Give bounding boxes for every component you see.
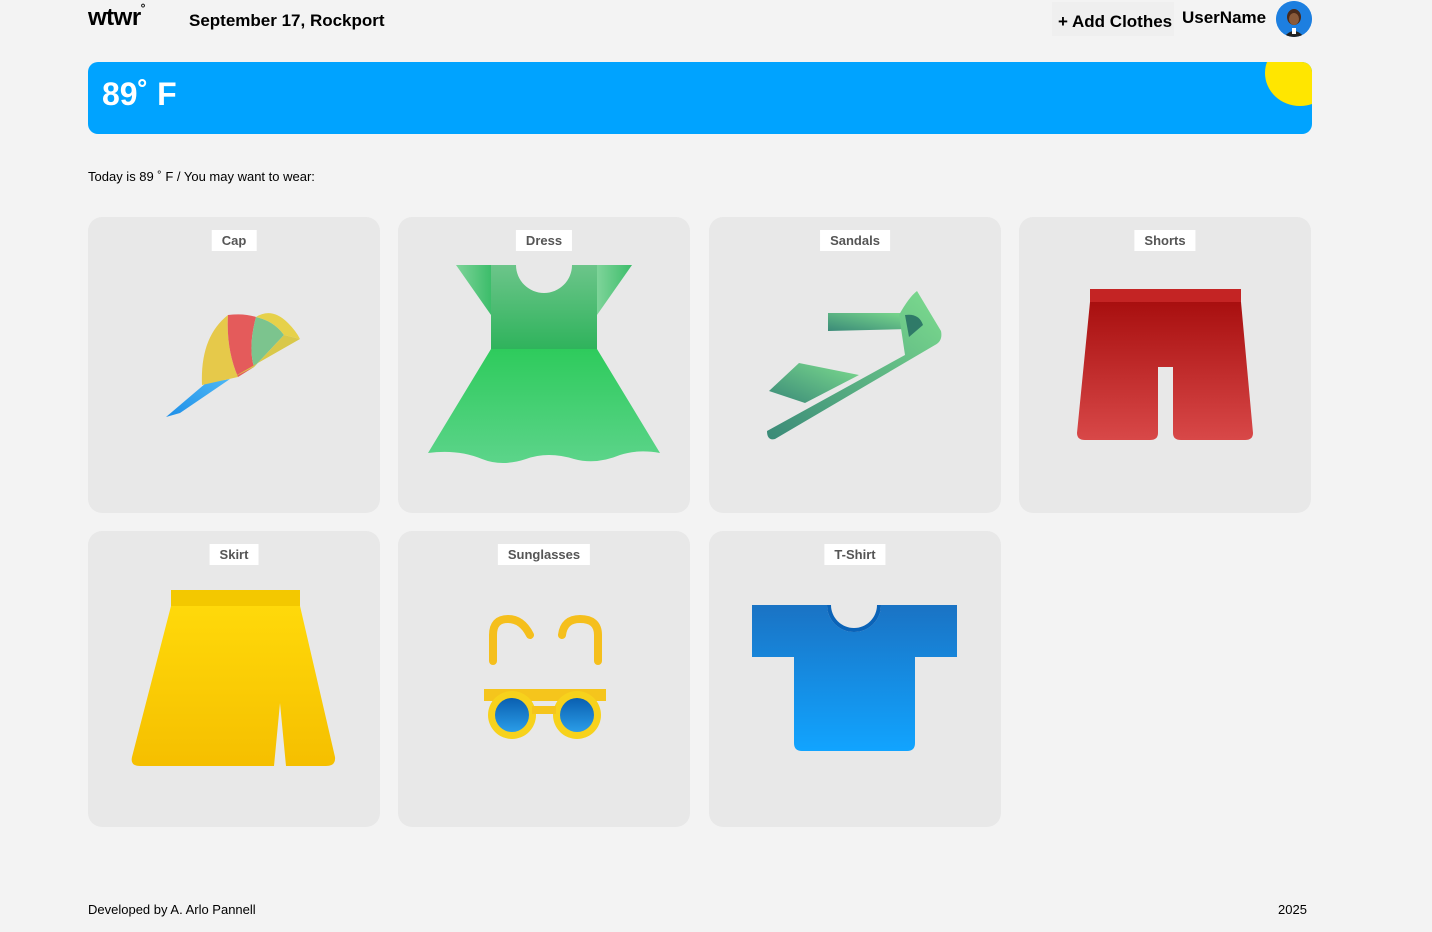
item-label: Shorts <box>1134 230 1196 251</box>
cap-icon <box>166 313 300 417</box>
header: wtwr° September 17, Rockport + Add Cloth… <box>88 0 1312 40</box>
dress-icon <box>428 265 660 463</box>
item-card-sandals[interactable]: Sandals <box>709 217 1001 513</box>
item-card-cap[interactable]: Cap <box>88 217 380 513</box>
logo-text: wtwr <box>88 4 141 31</box>
wear-advice: Today is 89 ˚ F / You may want to wear: <box>88 169 315 184</box>
weather-banner: 89˚ F <box>88 62 1312 134</box>
logo-mark: ° <box>140 1 146 15</box>
logo[interactable]: wtwr° <box>88 1 146 32</box>
item-label: Skirt <box>209 544 259 565</box>
item-card-skirt[interactable]: Skirt <box>88 531 380 827</box>
copyright-year: 2025 <box>1278 902 1307 917</box>
date-location: September 17, Rockport <box>189 11 385 30</box>
temperature: 89˚ F <box>102 76 177 112</box>
item-label: T-Shirt <box>824 544 886 565</box>
item-label: Cap <box>211 230 257 251</box>
shorts-icon <box>1077 289 1253 440</box>
sandals-icon <box>767 291 942 440</box>
item-label: Sunglasses <box>497 544 591 565</box>
sunglasses-icon <box>484 614 606 739</box>
item-label: Dress <box>515 230 573 251</box>
tshirt-icon <box>752 605 957 751</box>
item-card-tshirt[interactable]: T-Shirt <box>709 531 1001 827</box>
username[interactable]: UserName <box>1182 8 1266 28</box>
skirt-icon <box>131 590 336 766</box>
item-card-shorts[interactable]: Shorts <box>1019 217 1311 513</box>
item-card-dress[interactable]: Dress <box>398 217 690 513</box>
avatar[interactable] <box>1276 1 1312 37</box>
item-label: Sandals <box>820 230 890 251</box>
add-clothes-button[interactable]: + Add Clothes <box>1052 2 1174 36</box>
item-card-sunglasses[interactable]: Sunglasses <box>398 531 690 827</box>
sun-icon <box>1265 62 1312 106</box>
developer-credit: Developed by A. Arlo Pannell <box>88 902 256 917</box>
